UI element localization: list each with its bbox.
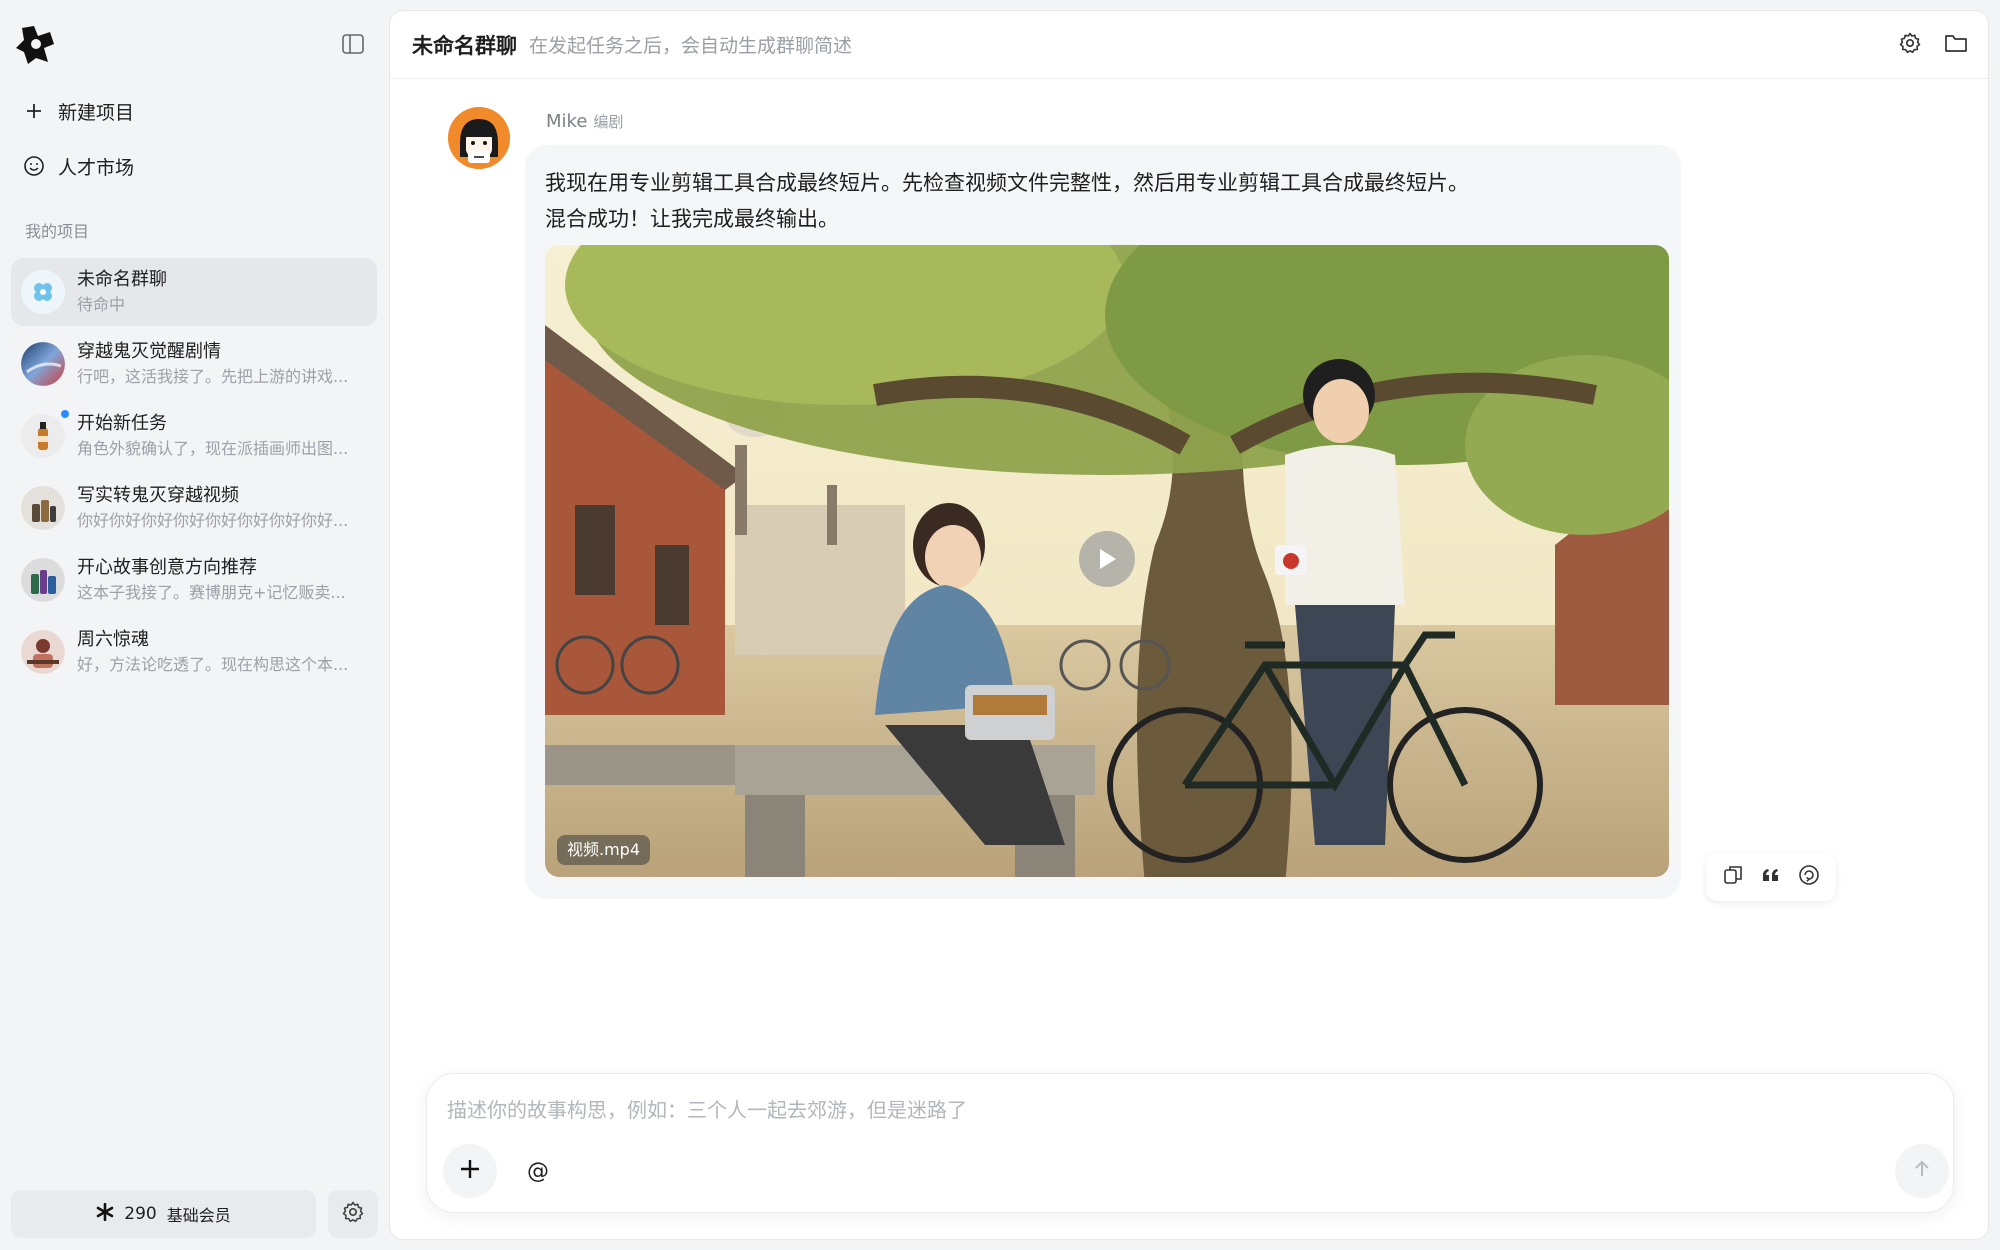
app-logo[interactable] xyxy=(14,22,58,66)
project-subtitle: 好，方法论吃透了。现在构思这个本... xyxy=(77,655,349,674)
project-subtitle: 待命中 xyxy=(77,295,126,314)
video-player[interactable]: 视频.mp4 xyxy=(545,245,1669,877)
gear-icon xyxy=(1898,31,1922,59)
copy-icon xyxy=(1722,864,1744,890)
message-composer: @ xyxy=(426,1073,1954,1213)
project-subtitle: 你好你好你好你好你好你好你好你好... xyxy=(77,511,349,530)
new-project-label: 新建项目 xyxy=(58,101,135,124)
sidebar-toggle-icon[interactable] xyxy=(340,32,366,56)
credits-membership-button[interactable]: 290 基础会员 xyxy=(11,1190,316,1238)
asterisk-icon xyxy=(96,1202,114,1226)
play-icon xyxy=(1096,547,1118,571)
chat-title: 未命名群聊 xyxy=(412,33,517,58)
smile-icon xyxy=(22,154,46,178)
regenerate-button[interactable] xyxy=(1795,863,1823,891)
chat-header: 未命名群聊 在发起任务之后，会自动生成群聊简述 xyxy=(390,11,1988,79)
sender-name: Mike xyxy=(546,111,588,132)
arrow-up-icon xyxy=(1912,1159,1932,1183)
project-avatar xyxy=(21,414,65,458)
project-title: 周六惊魂 xyxy=(77,629,149,650)
prompt-input[interactable] xyxy=(447,1092,1847,1128)
project-item[interactable]: 周六惊魂 好，方法论吃透了。现在构思这个本... xyxy=(11,618,377,686)
project-item[interactable]: 未命名群聊 待命中 xyxy=(11,258,377,326)
attach-button[interactable] xyxy=(443,1144,497,1198)
project-title: 开始新任务 xyxy=(77,413,167,434)
play-button[interactable] xyxy=(1079,531,1135,587)
plus-icon xyxy=(22,99,46,123)
message-text: 我现在用专业剪辑工具合成最终短片。先检查视频文件完整性，然后用专业剪辑工具合成最… xyxy=(545,165,1469,237)
sender-name-line: Mike 编剧 xyxy=(546,111,623,132)
project-title: 穿越鬼灭觉醒剧情 xyxy=(77,341,221,362)
chat-description: 在发起任务之后，会自动生成群聊简述 xyxy=(529,35,853,57)
plus-icon xyxy=(459,1158,481,1184)
project-avatar xyxy=(21,270,65,314)
project-item[interactable]: 穿越鬼灭觉醒剧情 行吧，这活我接了。先把上游的讲戏... xyxy=(11,330,377,398)
membership-label: 基础会员 xyxy=(166,1206,231,1225)
copy-button[interactable] xyxy=(1719,863,1747,891)
message-actions xyxy=(1706,853,1836,901)
my-projects-label: 我的项目 xyxy=(25,222,90,241)
project-title: 未命名群聊 xyxy=(77,269,167,290)
project-subtitle: 行吧，这活我接了。先把上游的讲戏... xyxy=(77,367,349,386)
project-item[interactable]: 写实转鬼灭穿越视频 你好你好你好你好你好你好你好你好... xyxy=(11,474,377,542)
project-subtitle: 这本子我接了。赛博朋克+记忆贩卖... xyxy=(77,583,346,602)
gear-icon xyxy=(341,1200,365,1228)
quote-button[interactable] xyxy=(1757,863,1785,891)
project-subtitle: 角色外貌确认了，现在派插画师出图... xyxy=(77,439,349,458)
project-avatar xyxy=(21,342,65,386)
new-project-button[interactable]: 新建项目 xyxy=(22,91,134,131)
folder-button[interactable] xyxy=(1942,31,1970,59)
project-avatar xyxy=(21,558,65,602)
message-line: 混合成功！让我完成最终输出。 xyxy=(545,207,839,231)
sender-avatar[interactable] xyxy=(448,107,510,169)
folder-icon xyxy=(1944,32,1968,58)
regenerate-icon xyxy=(1797,863,1821,891)
mention-button[interactable]: @ xyxy=(523,1156,553,1186)
project-title: 开心故事创意方向推荐 xyxy=(77,557,257,578)
project-item[interactable]: 开心故事创意方向推荐 这本子我接了。赛博朋克+记忆贩卖... xyxy=(11,546,377,614)
chat-settings-button[interactable] xyxy=(1896,31,1924,59)
project-avatar xyxy=(21,630,65,674)
project-avatar xyxy=(21,486,65,530)
credits-count: 290 xyxy=(124,1204,157,1224)
unread-dot xyxy=(61,410,69,418)
sidebar: 新建项目 人才市场 我的项目 未命名群聊 待命中 穿越鬼灭觉醒剧情 行吧，这活我… xyxy=(0,0,388,1250)
video-filename: 视频.mp4 xyxy=(557,835,651,865)
talent-market-label: 人才市场 xyxy=(58,156,135,179)
sidebar-settings-button[interactable] xyxy=(328,1190,378,1238)
message-bubble: 我现在用专业剪辑工具合成最终短片。先检查视频文件完整性，然后用专业剪辑工具合成最… xyxy=(525,145,1681,899)
send-button[interactable] xyxy=(1895,1144,1949,1198)
talent-market-button[interactable]: 人才市场 xyxy=(22,146,134,186)
chat-panel: 未命名群聊 在发起任务之后，会自动生成群聊简述 Mike 编剧 我现在用专业剪辑… xyxy=(389,10,1989,1240)
message-line: 我现在用专业剪辑工具合成最终短片。先检查视频文件完整性，然后用专业剪辑工具合成最… xyxy=(545,171,1469,195)
project-title: 写实转鬼灭穿越视频 xyxy=(77,485,239,506)
sender-role: 编剧 xyxy=(593,113,624,131)
quote-icon xyxy=(1761,867,1781,887)
